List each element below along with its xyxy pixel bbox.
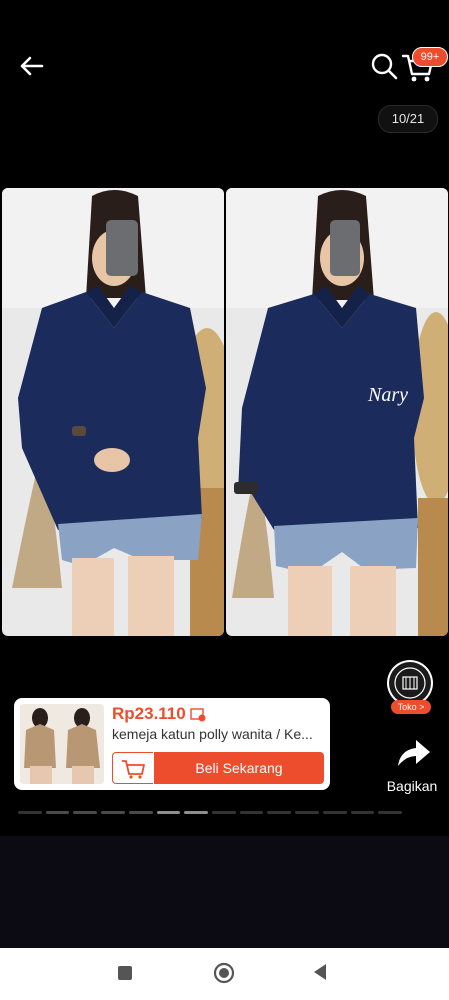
back-arrow-icon[interactable] [14, 48, 50, 84]
indicator-segment [295, 811, 319, 814]
indicator-segment [73, 811, 98, 814]
product-card[interactable]: Rp23.110 kemeja katun polly wanita / Ke.… [14, 698, 330, 790]
slide-progress-indicator [18, 811, 403, 815]
recent-apps-icon[interactable] [118, 966, 132, 980]
model-photo-illustration [226, 188, 448, 636]
indicator-segment [212, 811, 236, 814]
shop-link-badge[interactable]: Toko > [391, 700, 431, 714]
model-photo-illustration [2, 188, 224, 636]
indicator-segment [128, 811, 153, 814]
product-price: Rp23.110 [112, 704, 186, 723]
system-back-icon[interactable] [312, 963, 328, 981]
indicator-segment [156, 811, 181, 814]
content-background [0, 836, 449, 948]
add-to-cart-icon [122, 760, 145, 779]
indicator-segment [18, 811, 42, 814]
indicator-segment [350, 811, 375, 814]
indicator-segment [239, 811, 264, 814]
indicator-segment [267, 811, 292, 814]
image-counter: 10/21 [378, 105, 438, 133]
product-photo-color-variant[interactable]: Nary [226, 188, 448, 636]
product-title: kemeja katun polly wanita / Ke... [112, 726, 313, 742]
color-variant-label: Nary [368, 384, 408, 406]
indicator-segment [184, 811, 209, 814]
indicator-segment [378, 811, 403, 814]
buy-now-button[interactable]: Beli Sekarang [154, 752, 324, 784]
indicator-segment [45, 811, 70, 814]
add-to-cart-button[interactable] [112, 752, 153, 784]
indicator-segment [322, 811, 347, 814]
product-thumbnail[interactable] [20, 704, 104, 784]
indicator-segment [101, 811, 125, 814]
share-icon[interactable] [390, 732, 434, 772]
cart-count-badge: 99+ [412, 47, 448, 67]
voucher-icon [190, 708, 206, 722]
search-icon[interactable] [368, 50, 400, 82]
product-thumbnail-image [20, 704, 104, 784]
share-label[interactable]: Bagikan [380, 778, 444, 794]
home-icon[interactable] [213, 962, 235, 984]
product-photo-front[interactable] [2, 188, 224, 636]
